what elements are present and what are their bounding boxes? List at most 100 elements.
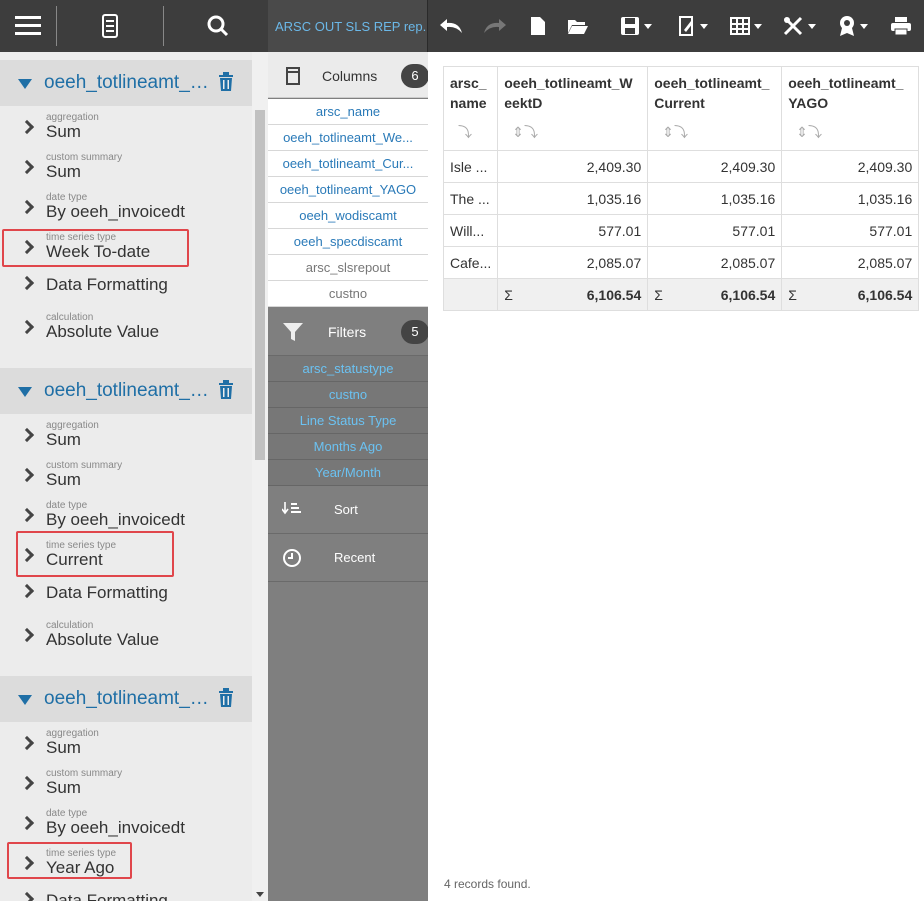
column-item[interactable]: oeeh_totlineamt_Cur...: [268, 151, 428, 177]
prop-value: Data Formatting: [46, 891, 168, 901]
group-title: oeeh_totlineamt_YAGO: [44, 688, 216, 709]
total-value: 6,106.54: [857, 286, 913, 303]
trash-icon[interactable]: [218, 380, 234, 405]
print-button[interactable]: [886, 0, 916, 52]
prop-aggregation[interactable]: aggregation Sum: [0, 110, 252, 150]
hamburger-menu-button[interactable]: [0, 0, 56, 52]
column-item[interactable]: oeeh_totlineamt_YAGO: [268, 177, 428, 203]
prop-custom-summary[interactable]: custom summary Sum: [0, 458, 252, 498]
prop-data-formatting[interactable]: Data Formatting: [0, 574, 252, 614]
trash-icon[interactable]: [218, 72, 234, 97]
chevron-right-icon: [19, 119, 35, 135]
sort-icon[interactable]: ⇕⤵: [662, 122, 688, 142]
header-current[interactable]: oeeh_totlineamt_ Current ⇕⤵: [647, 66, 783, 151]
sort-icon[interactable]: ⇕⤵: [512, 122, 538, 142]
table-total-row: Σ 6,106.54 Σ 6,106.54 Σ 6,106.54: [442, 278, 920, 311]
prop-value: Data Formatting: [46, 275, 168, 294]
column-item[interactable]: arsc_name: [268, 99, 428, 125]
filter-item[interactable]: Months Ago: [268, 434, 428, 460]
menu-icon: [15, 16, 41, 35]
table-cell: Isle ...: [442, 150, 499, 183]
prop-aggregation[interactable]: aggregation Sum: [0, 418, 252, 458]
search-button[interactable]: [190, 0, 246, 52]
column-item[interactable]: arsc_slsrepout: [268, 255, 428, 281]
report-tab[interactable]: ARSC OUT SLS REP rep...: [268, 0, 428, 52]
header-weektodate[interactable]: oeeh_totlineamt_W eektD ⇕⤵: [497, 66, 649, 151]
columns-count-badge: 6: [401, 64, 429, 88]
collapse-triangle-icon[interactable]: [18, 387, 32, 397]
prop-value: Absolute Value: [46, 630, 160, 649]
table-options-button[interactable]: [727, 0, 765, 52]
group-header-yago[interactable]: oeeh_totlineamt_YAGO: [0, 676, 252, 722]
prop-custom-summary[interactable]: custom summary Sum: [0, 766, 252, 806]
prop-date-type[interactable]: date type By oeeh_invoicedt: [0, 806, 252, 846]
top-toolbar: ARSC OUT SLS REP rep...: [0, 0, 924, 52]
sum-icon: Σ: [788, 286, 797, 303]
chevron-down-icon: [754, 23, 762, 29]
chevron-right-icon: [19, 583, 35, 599]
header-arsc-name[interactable]: arsc_ name ⤵: [442, 66, 499, 151]
table-cell: 2,409.30: [781, 150, 920, 183]
tools-button[interactable]: [779, 0, 819, 52]
total-cell: Σ 6,106.54: [647, 278, 783, 311]
group-header-current[interactable]: oeeh_totlineamt_Current: [0, 368, 252, 414]
trash-icon[interactable]: [218, 688, 234, 713]
prop-aggregation[interactable]: aggregation Sum: [0, 726, 252, 766]
award-icon: [840, 16, 854, 36]
database-button[interactable]: [82, 0, 138, 52]
table-row[interactable]: The ... 1,035.16 1,035.16 1,035.16: [442, 182, 920, 215]
badge-button[interactable]: [833, 0, 873, 52]
left-scrollbar-thumb[interactable]: [255, 110, 265, 460]
chevron-right-icon: [19, 815, 35, 831]
table-row[interactable]: Cafe... 2,085.07 2,085.07 2,085.07: [442, 246, 920, 279]
collapse-triangle-icon[interactable]: [18, 695, 32, 705]
group-header-weektodate[interactable]: oeeh_totlineamt_WeekToDate: [0, 60, 252, 106]
table-cell: 1,035.16: [497, 182, 649, 215]
prop-calculation[interactable]: calculation Absolute Value: [0, 618, 252, 658]
open-folder-button[interactable]: [565, 0, 591, 52]
prop-value: Sum: [46, 162, 81, 181]
column-item[interactable]: oeeh_wodiscamt: [268, 203, 428, 229]
column-item[interactable]: custno: [268, 281, 428, 307]
table-cell: 577.01: [781, 214, 920, 247]
table-cell: 577.01: [497, 214, 649, 247]
collapse-triangle-icon[interactable]: [18, 79, 32, 89]
scroll-down-icon[interactable]: [256, 892, 264, 897]
prop-data-formatting[interactable]: Data Formatting: [0, 882, 252, 901]
filters-header[interactable]: Filters 5: [268, 308, 429, 356]
database-icon: [102, 14, 118, 38]
columns-header[interactable]: Columns 6: [268, 52, 429, 98]
chevron-right-icon: [19, 507, 35, 523]
column-header-label: oeeh_totlineamt_W eektD: [504, 75, 633, 111]
table-cell: 2,085.07: [647, 246, 783, 279]
filter-item[interactable]: custno: [268, 382, 428, 408]
undo-button[interactable]: [436, 0, 466, 52]
recent-section[interactable]: Recent: [268, 534, 428, 582]
prop-value: By oeeh_invoicedt: [46, 202, 185, 221]
prop-data-formatting[interactable]: Data Formatting: [0, 266, 252, 306]
chevron-right-icon: [19, 427, 35, 443]
table-cell: Will...: [442, 214, 499, 247]
sort-section[interactable]: Sort: [268, 486, 428, 534]
new-document-button[interactable]: [527, 0, 549, 52]
total-value: 6,106.54: [586, 286, 642, 303]
page-setup-button[interactable]: [674, 0, 712, 52]
header-yago[interactable]: oeeh_totlineamt_ YAGO ⇕⤵: [781, 66, 920, 151]
save-icon: [621, 17, 639, 35]
filter-item[interactable]: arsc_statustype: [268, 356, 428, 382]
prop-date-type[interactable]: date type By oeeh_invoicedt: [0, 190, 252, 230]
redo-button[interactable]: [480, 0, 510, 52]
table-row[interactable]: Isle ... 2,409.30 2,409.30 2,409.30: [442, 150, 920, 183]
table-row[interactable]: Will... 577.01 577.01 577.01: [442, 214, 920, 247]
records-found-status: 4 records found.: [444, 877, 531, 891]
column-item[interactable]: oeeh_specdiscamt: [268, 229, 428, 255]
filter-item[interactable]: Year/Month: [268, 460, 428, 486]
prop-custom-summary[interactable]: custom summary Sum: [0, 150, 252, 190]
prop-calculation[interactable]: calculation Absolute Value: [0, 310, 252, 350]
save-button[interactable]: [614, 0, 658, 52]
sort-icon[interactable]: ⇕⤵: [796, 122, 822, 142]
filter-item[interactable]: Line Status Type: [268, 408, 428, 434]
column-header-label: arsc_ name: [450, 75, 487, 111]
sort-icon[interactable]: ⤵: [458, 122, 472, 142]
column-item[interactable]: oeeh_totlineamt_We...: [268, 125, 428, 151]
